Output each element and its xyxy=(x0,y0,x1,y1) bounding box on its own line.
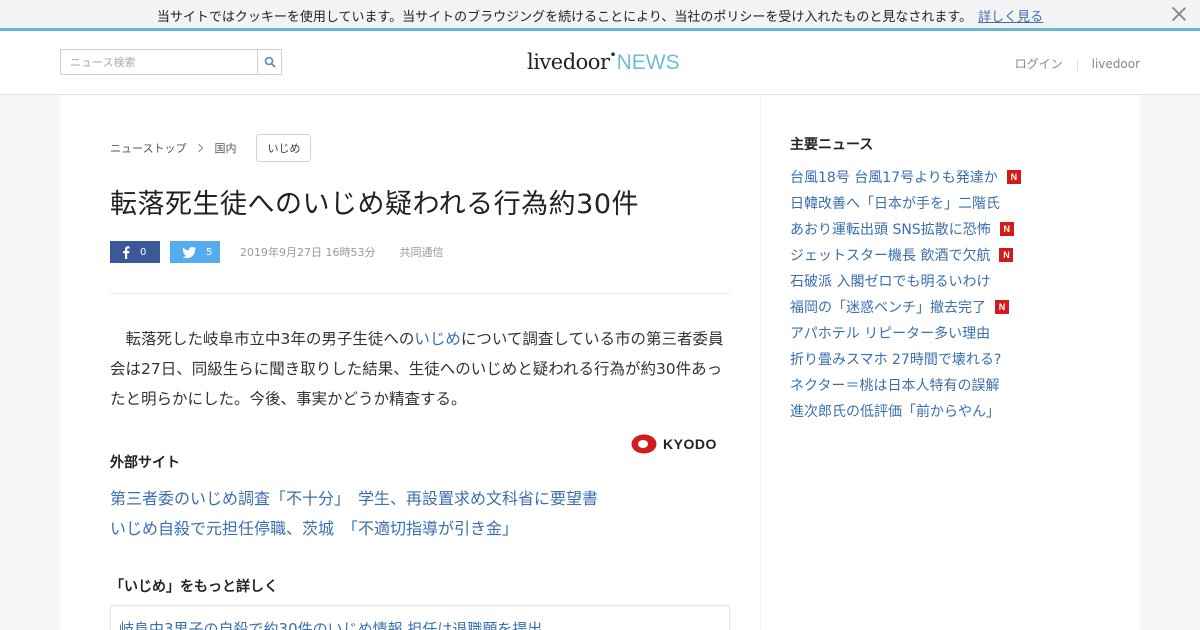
provider-logo: KYODO xyxy=(631,432,717,456)
logo-news: NEWS xyxy=(616,51,680,74)
article-source: 共同通信 xyxy=(399,246,444,259)
list-item: 台風18号 台風17号よりも発達か N xyxy=(790,164,1120,190)
news-link[interactable]: 日韓改善へ「日本が手を」二階氏 xyxy=(790,193,1000,213)
news-link[interactable]: あおり運転出頭 SNS拡散に恐怖 xyxy=(790,219,991,239)
news-link[interactable]: 福岡の「迷惑ベンチ」撤去完了 xyxy=(790,297,986,317)
cookie-message: 当サイトではクッキーを使用しています。当サイトのブラウジングを続けることにより、… xyxy=(0,6,1200,25)
login-link[interactable]: ログイン xyxy=(1015,57,1063,71)
new-badge: N xyxy=(999,222,1014,236)
body-text-start: 転落死した岐阜市立中3年の男子生徒への xyxy=(110,330,415,348)
share-bar: 0 5 2019年9月27日 16時53分 共同通信 xyxy=(110,241,443,263)
external-sites-heading: 外部サイト xyxy=(110,455,180,471)
article-body: 転落死した岐阜市立中3年の男子生徒へのいじめについて調査している市の第三者委員会… xyxy=(110,324,735,414)
list-item: 進次郎氏の低評価「前からやん」 xyxy=(790,398,1120,424)
article-container: ニューストップ 国内 いじめ 転落死生徒へのいじめ疑われる行為約30件 0 5 … xyxy=(60,95,760,630)
search-button[interactable] xyxy=(257,50,281,74)
cookie-text: 当サイトではクッキーを使用しています。当サイトのブラウジングを続けることにより、… xyxy=(156,10,973,25)
facebook-icon xyxy=(123,245,130,259)
facebook-count: 0 xyxy=(140,246,147,258)
news-link[interactable]: 進次郎氏の低評価「前からやん」 xyxy=(790,401,1000,421)
list-item: 石破派 入閣ゼロでも明るいわけ xyxy=(790,268,1120,294)
twitter-count: 5 xyxy=(206,246,213,258)
kyodo-logo-text: KYODO xyxy=(663,436,717,452)
external-links: 第三者委のいじめ調査「不十分」 学生、再設置求め文科省に要望書 いじめ自殺で元担… xyxy=(110,484,750,544)
topic-tag[interactable]: いじめ xyxy=(256,134,312,162)
news-link[interactable]: 折り畳みスマホ 27時間で壊れる? xyxy=(790,349,1001,369)
search-icon xyxy=(264,56,276,68)
list-item: アパホテル リピーター多い理由 xyxy=(790,320,1120,346)
related-article-link[interactable]: 岐阜中3男子の自殺で約30件のいじめ情報 担任は退職願を提出 xyxy=(119,618,542,630)
header-divider xyxy=(1076,58,1078,71)
logo-livedoor: livedoor xyxy=(527,50,610,74)
body-keyword-link[interactable]: いじめ xyxy=(414,330,461,348)
search-input[interactable] xyxy=(61,50,257,74)
list-item: ジェットスター機長 飲酒で欠航 N xyxy=(790,242,1120,268)
news-link[interactable]: 石破派 入閣ゼロでも明るいわけ xyxy=(790,271,990,291)
news-link[interactable]: ネクター＝桃は日本人特有の誤解 xyxy=(790,375,999,395)
article-title: 転落死生徒へのいじめ疑われる行為約30件 xyxy=(110,189,640,220)
sidebar: 主要ニュース 台風18号 台風17号よりも発達か N 日韓改善へ「日本が手を」二階… xyxy=(761,95,1140,630)
cookie-banner: 当サイトではクッキーを使用しています。当サイトのブラウジングを続けることにより、… xyxy=(0,0,1200,31)
logo-dot: • xyxy=(609,48,617,62)
twitter-icon xyxy=(182,246,196,258)
list-item: あおり運転出頭 SNS拡散に恐怖 N xyxy=(790,216,1120,242)
header-links: ログイン livedoor xyxy=(1015,55,1140,72)
top-news-list: 台風18号 台風17号よりも発達か N 日韓改善へ「日本が手を」二階氏 あおり運転… xyxy=(790,164,1120,424)
list-item: 折り畳みスマホ 27時間で壊れる? xyxy=(790,346,1120,372)
news-link[interactable]: ジェットスター機長 飲酒で欠航 xyxy=(790,245,990,265)
breadcrumb: ニューストップ 国内 いじめ xyxy=(110,134,312,162)
site-header: livedoor•NEWS ログインlivedoor xyxy=(0,31,1200,95)
new-badge: N xyxy=(999,248,1014,262)
chevron-right-icon xyxy=(195,143,204,153)
list-item: 日韓改善へ「日本が手を」二階氏 xyxy=(790,190,1120,216)
site-logo[interactable]: livedoor•NEWS xyxy=(527,48,680,78)
facebook-share-button[interactable]: 0 xyxy=(110,241,160,263)
news-link[interactable]: 台風18号 台風17号よりも発達か xyxy=(790,167,998,187)
external-link[interactable]: 第三者委のいじめ調査「不十分」 学生、再設置求め文科省に要望書 xyxy=(110,484,750,514)
top-news-heading: 主要ニュース xyxy=(790,137,874,153)
divider xyxy=(110,293,730,294)
breadcrumb-top[interactable]: ニューストップ xyxy=(110,140,186,156)
list-item: 福岡の「迷惑ベンチ」撤去完了 N xyxy=(790,294,1120,320)
cookie-policy-link[interactable]: 詳しく見る xyxy=(978,10,1043,25)
news-link[interactable]: アパホテル リピーター多い理由 xyxy=(790,323,990,343)
related-article-box: 岐阜中3男子の自殺で約30件のいじめ情報 担任は退職願を提出 xyxy=(110,605,730,630)
publish-date: 2019年9月27日 16時53分 xyxy=(240,246,376,259)
new-badge: N xyxy=(995,300,1009,314)
twitter-share-button[interactable]: 5 xyxy=(170,241,220,263)
close-icon[interactable] xyxy=(1170,5,1188,23)
breadcrumb-category[interactable]: 国内 xyxy=(214,140,236,156)
list-item: ネクター＝桃は日本人特有の誤解 xyxy=(790,372,1120,398)
new-badge: N xyxy=(1006,170,1021,184)
more-heading: 「いじめ」をもっと詳しく xyxy=(110,579,278,595)
livedoor-link[interactable]: livedoor xyxy=(1092,57,1140,71)
kyodo-logo-icon xyxy=(631,434,657,454)
search-form xyxy=(60,49,282,75)
external-link[interactable]: いじめ自殺で元担任停職、茨城 「不適切指導が引き金」 xyxy=(110,514,750,544)
